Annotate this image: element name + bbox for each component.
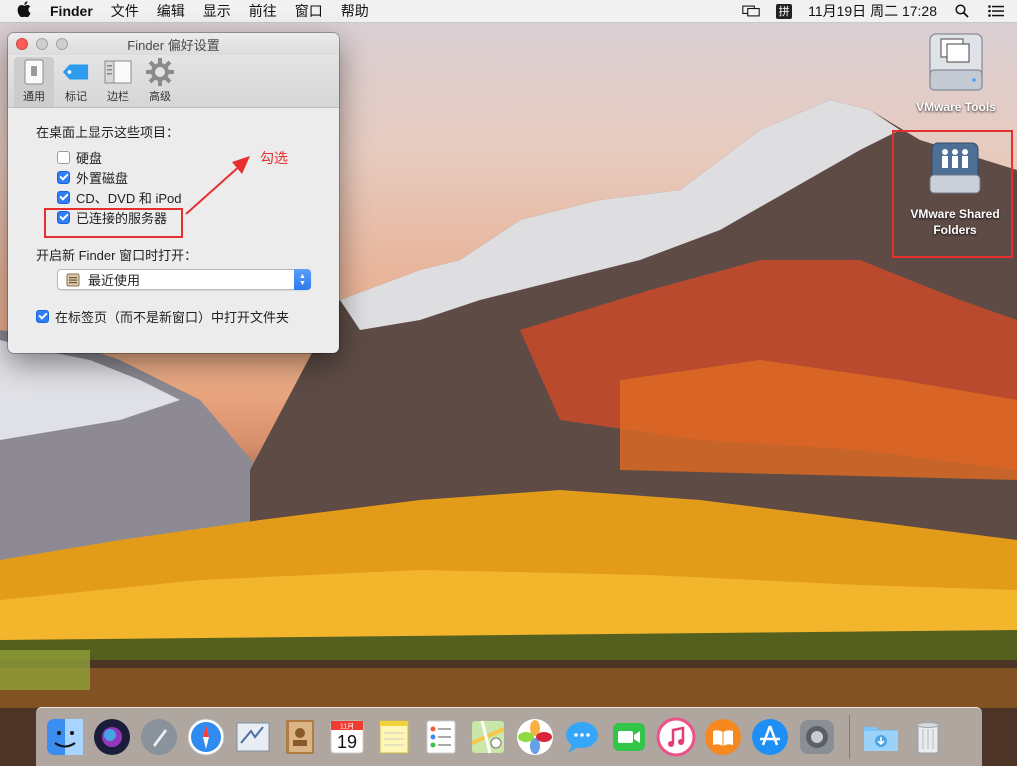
popup-stepper-icon[interactable]: ▲ ▼ (294, 269, 311, 290)
new-window-popup-value: 最近使用 (88, 273, 141, 288)
apple-menu-icon[interactable] (14, 1, 34, 21)
highlight-connected-servers (44, 208, 183, 238)
spotlight-search-icon[interactable] (953, 4, 971, 18)
contacts-icon[interactable] (279, 716, 321, 758)
desktop-icon-label-line2: Folders (933, 223, 977, 237)
notification-center-icon[interactable] (987, 4, 1005, 18)
dock-separator (849, 715, 850, 759)
calendar-day: 19 (337, 732, 357, 752)
menu-help[interactable]: 帮助 (341, 1, 369, 21)
tab-tags[interactable]: 标记 (56, 57, 96, 107)
notes-icon[interactable] (373, 716, 415, 758)
checkbox-box[interactable] (36, 309, 49, 323)
menu-window[interactable]: 窗口 (295, 1, 323, 21)
safari-icon[interactable] (185, 716, 227, 758)
tab-sidebar[interactable]: 边栏 (98, 57, 138, 107)
window-titlebar[interactable]: Finder 偏好设置 (8, 33, 339, 55)
checkbox-box[interactable] (57, 170, 70, 184)
downloads-folder-icon[interactable] (860, 716, 902, 758)
menu-view[interactable]: 显示 (203, 1, 231, 21)
tab-general[interactable]: 通用 (14, 57, 54, 107)
input-method-icon[interactable]: 拼 (776, 3, 793, 19)
siri-icon[interactable] (91, 716, 133, 758)
ibooks-icon[interactable] (702, 716, 744, 758)
calendar-icon[interactable]: 11月 19 (326, 716, 368, 758)
reminders-icon[interactable] (420, 716, 462, 758)
finder-preferences-window: Finder 偏好设置 通用 标记 边栏 高级 在桌面上显示这些项目： 硬盘 外… (8, 33, 339, 353)
desktop-items-label: 在桌面上显示这些项目： (36, 125, 180, 140)
launchpad-icon[interactable] (138, 716, 180, 758)
photos-icon[interactable] (514, 716, 556, 758)
close-window-button[interactable] (16, 38, 28, 50)
finder-icon[interactable] (44, 716, 86, 758)
gear-icon (146, 58, 174, 86)
itunes-icon[interactable] (655, 716, 697, 758)
minimize-window-button[interactable] (36, 38, 48, 50)
annotation-label: 勾选 (260, 150, 288, 166)
menu-edit[interactable]: 编辑 (157, 1, 185, 21)
app-store-icon[interactable] (749, 716, 791, 758)
disk-drive-icon (927, 30, 985, 99)
new-window-label: 开启新 Finder 窗口时打开： (36, 248, 198, 263)
display-mirror-icon[interactable] (742, 4, 760, 18)
mail-icon[interactable] (232, 716, 274, 758)
desktop-icon-label-line1: VMware Shared (910, 207, 1000, 221)
new-window-popup[interactable]: 最近使用 ▲ ▼ (57, 269, 311, 290)
sidebar-icon (104, 58, 132, 86)
menu-bar: Finder 文件 编辑 显示 前往 窗口 帮助 拼 11月19日 周二 17:… (0, 0, 1017, 23)
desktop-icon-label: VMware Tools (916, 100, 996, 114)
checkbox-open-in-tabs[interactable]: 在标签页（而不是新窗口）中打开文件夹 (36, 306, 339, 326)
menu-go[interactable]: 前往 (249, 1, 277, 21)
menu-bar-status: 拼 11月19日 周二 17:28 (742, 0, 1005, 22)
menu-finder[interactable]: Finder (50, 3, 93, 19)
shared-folders-icon (926, 141, 984, 206)
annotation-arrow-icon (185, 156, 250, 215)
recents-icon (66, 273, 82, 287)
prefs-toolbar: 通用 标记 边栏 高级 (8, 55, 339, 108)
dock: 11月 19 (36, 707, 982, 766)
desktop-icon-vmware-tools[interactable]: VMware Tools (906, 30, 1006, 115)
checkbox-box[interactable] (57, 190, 70, 204)
desktop-icon-vmware-shared-folders[interactable]: VMware Shared Folders (900, 141, 1010, 238)
zoom-window-button[interactable] (56, 38, 68, 50)
maps-icon[interactable] (467, 716, 509, 758)
system-preferences-icon[interactable] (796, 716, 838, 758)
tab-advanced[interactable]: 高级 (140, 57, 180, 107)
menu-file[interactable]: 文件 (111, 1, 139, 21)
trash-icon[interactable] (907, 716, 949, 758)
tag-icon (62, 58, 90, 86)
facetime-icon[interactable] (608, 716, 650, 758)
menu-bar-clock[interactable]: 11月19日 周二 17:28 (808, 1, 937, 21)
general-switch-icon (20, 58, 48, 86)
calendar-month: 11月 (340, 723, 354, 731)
checkbox-box[interactable] (57, 150, 70, 164)
messages-icon[interactable] (561, 716, 603, 758)
